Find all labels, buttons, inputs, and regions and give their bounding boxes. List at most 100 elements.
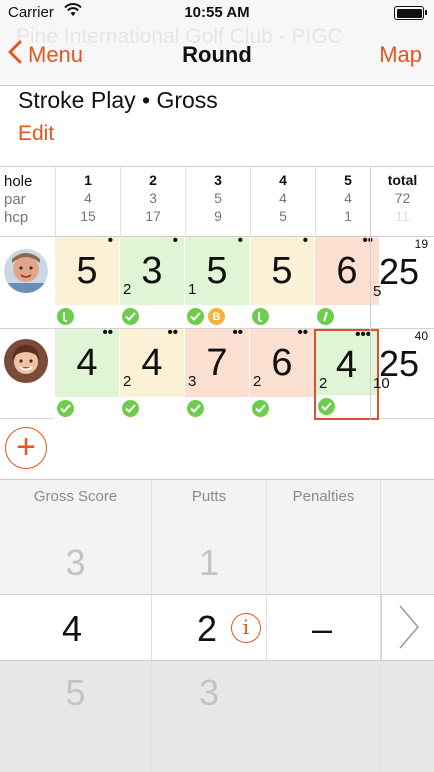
round-type-label: Stroke Play • Gross <box>18 87 218 113</box>
gross-score-selected[interactable]: 4 <box>62 608 82 650</box>
hole-stats <box>185 397 249 420</box>
driver-club-icon <box>252 308 269 325</box>
map-button[interactable]: Map <box>379 42 422 68</box>
hole-number: 4 <box>279 172 287 188</box>
hole-putts: 2 <box>253 373 262 390</box>
stroke-dots: •• <box>102 324 113 341</box>
putts-header: Putts <box>191 488 227 505</box>
battery-icon <box>394 6 427 20</box>
avatar[interactable] <box>4 249 48 293</box>
total-score: 25 <box>379 251 420 292</box>
score-picker: Gross Score 3 5 Putts 1 3 Penalties 4 2 … <box>0 479 434 772</box>
hole-putts: 2 <box>123 373 132 390</box>
player-total: 25 10 40 <box>370 329 434 420</box>
hole-number: 3 <box>214 172 222 188</box>
putts-info-button[interactable]: i <box>231 613 261 643</box>
fairway-hit-check-icon <box>318 398 335 415</box>
edit-button[interactable]: Edit <box>18 122 54 146</box>
hole-header-2: 2 3 17 <box>120 167 185 237</box>
hole-number: 1 <box>84 172 92 188</box>
hole-stats <box>120 397 184 420</box>
hole-label: hole <box>4 173 33 190</box>
score-cell[interactable]: 4 2 •• <box>119 325 184 420</box>
total-hcp: 11 <box>395 208 410 224</box>
score-cell[interactable]: 4 •• <box>54 325 119 420</box>
penalties-selected[interactable]: – <box>312 608 332 650</box>
hole-score: 4 <box>76 342 98 384</box>
hole-header-4: 4 4 5 <box>250 167 315 237</box>
avatar[interactable] <box>4 339 48 383</box>
hole-hcp: 15 <box>80 208 96 224</box>
total-header: total 72 11 <box>370 167 434 237</box>
fairway-hit-check-icon <box>122 400 139 417</box>
hole-header-1: 1 4 15 <box>55 167 120 237</box>
hole-number: 2 <box>149 172 157 188</box>
hole-putts: 2 <box>123 281 132 298</box>
scorecard: hole par hcp 1 4 15 2 3 17 3 5 9 4 4 5 5 4 1 total 72 … <box>0 166 434 420</box>
score-cell[interactable]: 5 • <box>249 233 314 328</box>
total-points: 40 <box>414 329 428 343</box>
hole-stats <box>250 397 314 420</box>
add-player-button[interactable]: + <box>5 427 47 469</box>
hole-stats <box>316 395 377 418</box>
hole-stats <box>55 397 119 420</box>
score-cell[interactable]: 5 1 • B <box>184 233 249 328</box>
putts-below: 3 <box>198 672 220 713</box>
stroke-dots: • <box>172 232 178 249</box>
page-title: Round <box>182 42 252 67</box>
player-row: 4 •• 4 2 •• 7 3 •• 6 2 •• 4 2 ••• 25 10 40 <box>0 325 434 420</box>
stroke-dots: ••• <box>355 326 371 343</box>
total-label: total <box>387 172 418 188</box>
scorecard-header: hole par hcp 1 4 15 2 3 17 3 5 9 4 4 5 5 4 1 total 72 … <box>0 167 434 237</box>
stroke-dots: •• <box>232 324 243 341</box>
stroke-dots: • <box>107 232 113 249</box>
navigation-bar: Pine International Golf Club - PIGC Menu… <box>0 26 434 86</box>
total-par: 72 <box>394 190 411 206</box>
score-cell[interactable]: 5 • <box>54 233 119 328</box>
hcp-label: hcp <box>4 209 29 226</box>
gross-score-below: 5 <box>65 672 86 713</box>
fairway-hit-check-icon <box>252 400 269 417</box>
hole-par: 4 <box>84 190 92 206</box>
fairway-hit-check-icon <box>122 308 139 325</box>
hole-score: 5 <box>76 250 98 292</box>
fairway-hit-check-icon <box>187 400 204 417</box>
stroke-dots: •• <box>297 324 308 341</box>
fairway-left-icon <box>317 308 334 325</box>
driver-club-icon <box>57 308 74 325</box>
player-total: 25 5 19 <box>370 237 434 328</box>
score-cell[interactable]: 3 2 • <box>119 233 184 328</box>
total-points: 19 <box>414 237 428 251</box>
total-putts: 5 <box>373 283 382 300</box>
par-label: par <box>4 191 26 208</box>
hole-par: 5 <box>214 190 222 206</box>
next-hole-button[interactable] <box>381 594 434 661</box>
fairway-hit-check-icon <box>187 308 204 325</box>
hole-header-3: 3 5 9 <box>185 167 250 237</box>
chevron-right-icon <box>382 605 434 665</box>
hole-putts: 3 <box>188 373 197 390</box>
gross-score-header: Gross Score <box>33 488 118 505</box>
hole-score: 5 <box>271 250 293 292</box>
score-cell[interactable]: 7 3 •• <box>184 325 249 420</box>
hole-putts: 2 <box>319 375 328 392</box>
fairway-hit-check-icon <box>57 400 74 417</box>
hole-par: 3 <box>149 190 157 206</box>
penalties-header: Penalties <box>292 488 355 505</box>
score-cell[interactable]: 6 2 •• <box>249 325 314 420</box>
putts-above: 1 <box>198 542 220 583</box>
hole-par: 4 <box>279 190 287 206</box>
putts-selected[interactable]: 2 <box>197 608 217 650</box>
hole-hcp: 17 <box>145 208 161 224</box>
status-bar: Carrier 10:55 AM <box>0 0 434 26</box>
hole-hcp: 9 <box>214 208 222 224</box>
row-labels: hole par hcp <box>4 173 32 227</box>
hole-hcp: 5 <box>279 208 287 224</box>
player-row: 5 • 3 2 • 5 1 • B 5 • 6 •• 25 5 19 <box>0 233 434 328</box>
gross-score-above: 3 <box>65 542 86 583</box>
hole-putts: 1 <box>188 281 197 298</box>
total-putts: 10 <box>373 375 390 392</box>
clock: 10:55 AM <box>184 4 250 21</box>
stroke-dots: • <box>237 232 243 249</box>
stroke-dots: •• <box>167 324 178 341</box>
